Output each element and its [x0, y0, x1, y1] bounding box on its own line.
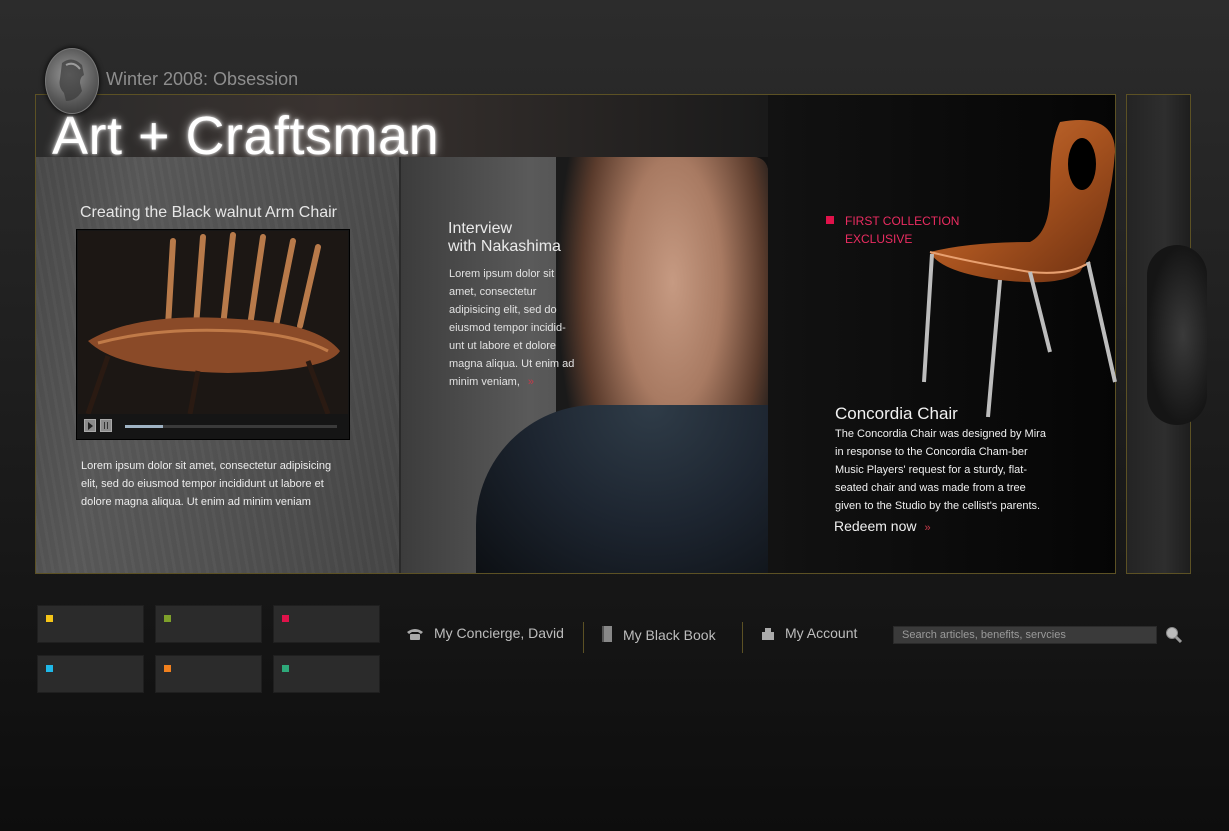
redeem-now-link[interactable]: Redeem now » [834, 518, 931, 534]
video-description: Lorem ipsum dolor sit amet, consectetur … [81, 460, 332, 508]
category-tile-2[interactable] [155, 605, 262, 643]
nav-concierge-label: My Concierge, David [434, 625, 564, 641]
interview-heading[interactable]: Interview with Nakashima [448, 220, 561, 256]
nav-separator [583, 622, 584, 653]
interview-heading-line1: Interview [448, 220, 513, 237]
tile-color-dot [46, 615, 53, 622]
play-button[interactable] [84, 419, 96, 432]
video-progress-bar[interactable] [125, 425, 337, 428]
chair-description: The Concordia Chair was designed by Mira… [835, 428, 1046, 512]
redeem-label: Redeem now [834, 518, 917, 534]
next-slide-preview[interactable] [1126, 94, 1207, 574]
category-tile-3[interactable] [273, 605, 380, 643]
nav-separator [742, 622, 743, 653]
concordia-chair-image [922, 120, 1117, 418]
collection-badge-icon [826, 216, 834, 224]
nav-concierge[interactable]: My Concierge, David [406, 625, 564, 641]
tile-color-dot [282, 665, 289, 672]
redeem-arrows: » [924, 522, 931, 534]
book-icon [602, 626, 612, 642]
video-thumbnail[interactable] [78, 231, 348, 414]
account-icon [762, 628, 774, 640]
video-title: Creating the Black walnut Arm Chair [80, 204, 337, 221]
tile-color-dot [282, 615, 289, 622]
warrior-profile-icon [59, 59, 84, 101]
category-tile-4[interactable] [37, 655, 144, 693]
category-tile-5[interactable] [155, 655, 262, 693]
interview-heading-line2: with Nakashima [448, 238, 561, 255]
tile-color-dot [164, 665, 171, 672]
pause-button[interactable] [100, 419, 112, 432]
telephone-icon [407, 629, 423, 640]
search-input[interactable] [893, 626, 1157, 644]
category-tile-6[interactable] [273, 655, 380, 693]
read-more-arrows[interactable]: » [528, 376, 534, 388]
interview-text: Lorem ipsum dolor sit amet, consectetur … [449, 268, 575, 388]
video-player[interactable] [76, 229, 350, 440]
tile-color-dot [164, 615, 171, 622]
search-icon[interactable] [1165, 626, 1183, 644]
video-progress-fill [125, 425, 164, 428]
interview-excerpt: Lorem ipsum dolor sit amet, consectetur … [449, 265, 579, 391]
preview-image [1147, 245, 1207, 425]
nav-account[interactable]: My Account [761, 625, 857, 641]
nav-black-book-label: My Black Book [623, 627, 716, 643]
category-tile-1[interactable] [37, 605, 144, 643]
nav-account-label: My Account [785, 625, 858, 641]
chair-name: Concordia Chair [835, 404, 958, 423]
issue-label: Winter 2008: Obsession [106, 69, 299, 89]
nav-black-book[interactable]: My Black Book [601, 625, 716, 643]
tile-color-dot [46, 665, 53, 672]
logo-medallion[interactable] [45, 48, 99, 114]
